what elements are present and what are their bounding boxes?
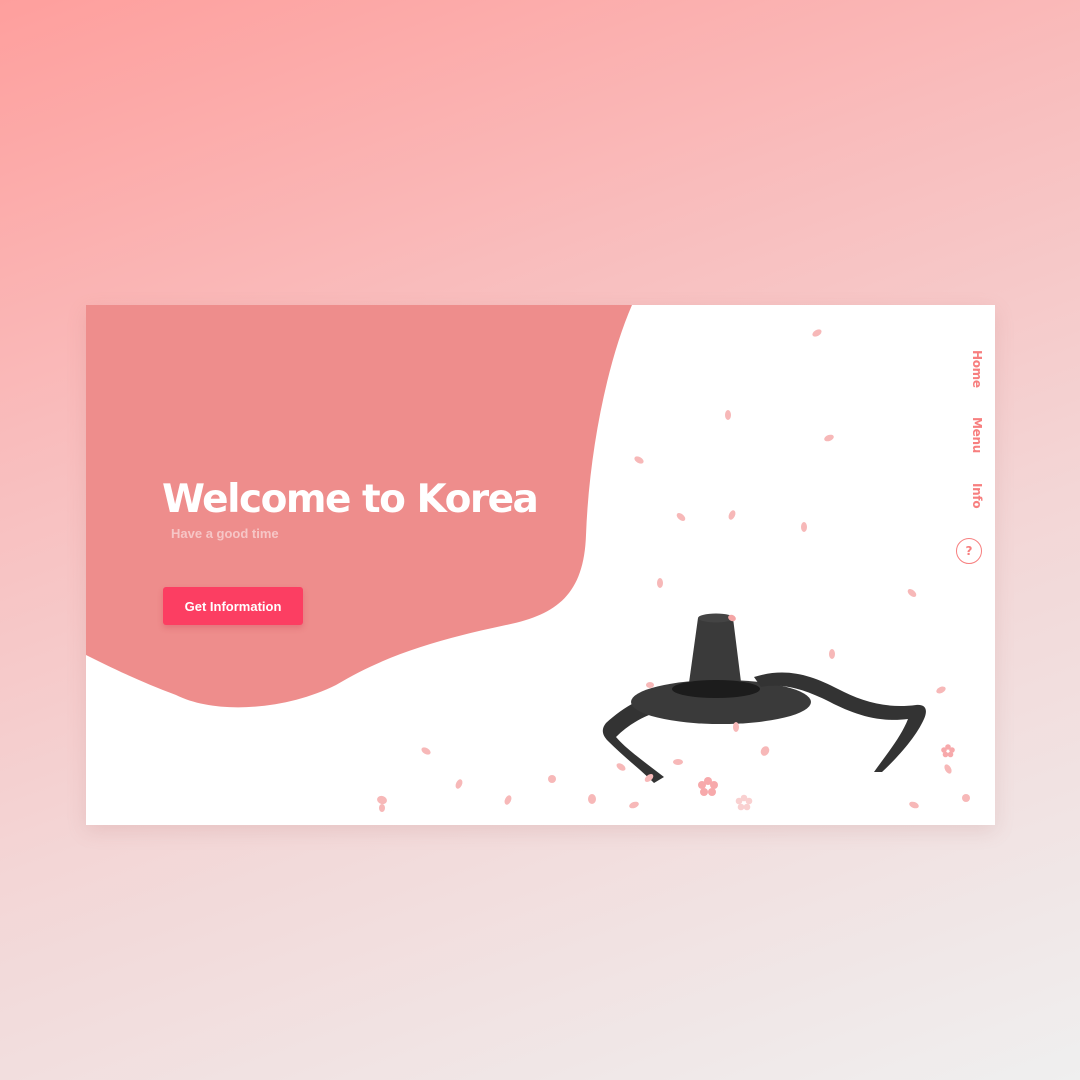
help-button[interactable]: ? (956, 538, 982, 564)
get-information-button[interactable]: Get Information (163, 587, 303, 625)
landing-card: Welcome to Korea Have a good time Get In… (86, 305, 995, 825)
hero-title: Welcome to Korea (162, 477, 539, 522)
nav-item-home[interactable]: Home (970, 350, 984, 388)
question-circle-icon: ? (965, 544, 973, 558)
nav-item-menu[interactable]: Menu (970, 417, 984, 453)
hero-subtitle: Have a good time (171, 526, 279, 541)
nav-item-info[interactable]: Info (970, 483, 984, 508)
pink-blob-background (86, 305, 632, 708)
